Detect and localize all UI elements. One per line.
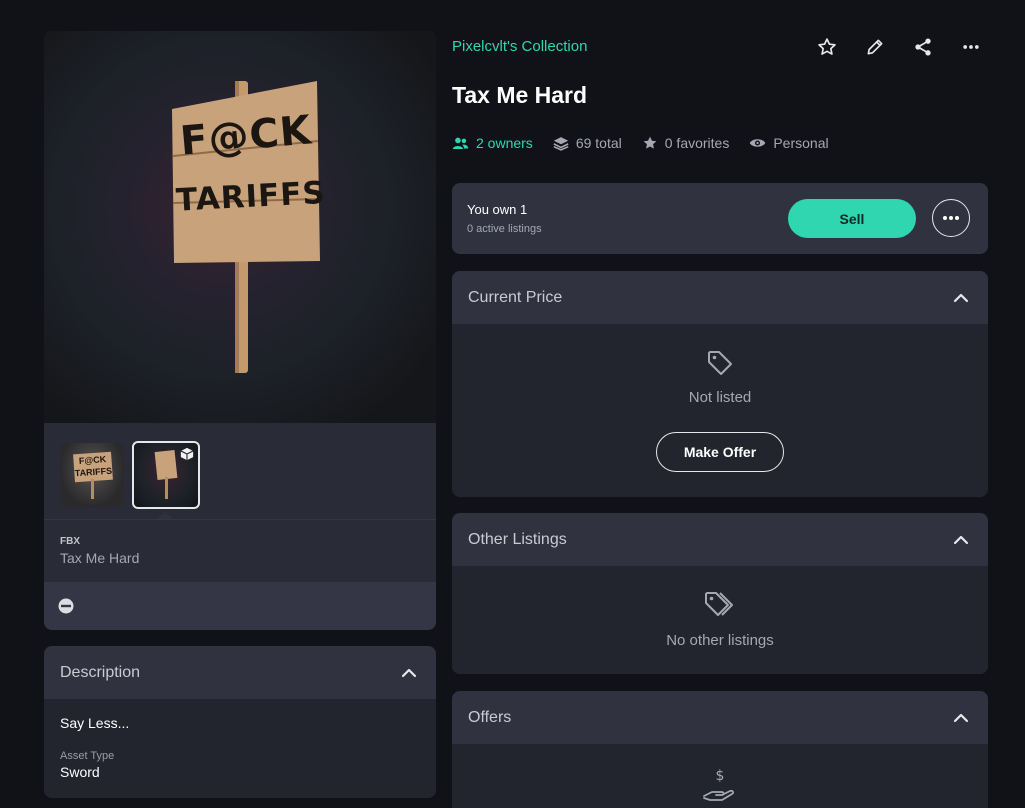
- make-offer-button[interactable]: Make Offer: [656, 432, 784, 472]
- file-format: FBX: [60, 536, 80, 547]
- current-price-title: Current Price: [468, 288, 563, 306]
- thumbnail-strip: F@CK TARIFFS: [44, 423, 436, 519]
- current-price-panel: Current Price Not listed Make Offer: [452, 271, 988, 497]
- offers-body: $: [452, 744, 988, 808]
- other-listings-title: Other Listings: [468, 530, 567, 548]
- offers-header[interactable]: Offers: [452, 691, 988, 744]
- owners-count: 2 owners: [476, 135, 533, 151]
- ownership-card: You own 1 0 active listings Sell: [452, 183, 988, 254]
- asset-preview[interactable]: F@CK TARIFFS: [44, 31, 436, 423]
- active-listings-text: 0 active listings: [467, 223, 542, 235]
- description-body: Say Less... Asset Type Sword: [44, 699, 436, 798]
- users-icon: [452, 137, 469, 149]
- description-panel: Description Say Less... Asset Type Sword: [44, 646, 436, 798]
- sign-text-line2: TARIFFS: [175, 174, 327, 219]
- thumbnail-selected-indicator: [157, 512, 173, 519]
- favorite-button[interactable]: [813, 33, 841, 61]
- file-info: FBX Tax Me Hard: [44, 519, 436, 582]
- tag-icon: [708, 351, 732, 375]
- star-icon: [818, 38, 836, 55]
- header-actions: [813, 33, 985, 61]
- thumbnail-image[interactable]: F@CK TARIFFS: [60, 443, 124, 507]
- total-supply: 69 total: [553, 133, 622, 153]
- description-header[interactable]: Description: [44, 646, 436, 699]
- edit-button[interactable]: [861, 33, 889, 61]
- visibility-label: Personal: [773, 135, 829, 151]
- description-title: Description: [60, 663, 141, 681]
- chevron-up-icon[interactable]: [950, 529, 972, 551]
- favorites-count: 0 favorites: [664, 135, 730, 151]
- file-name: Tax Me Hard: [60, 550, 140, 566]
- tags-icon: [705, 592, 733, 616]
- minus-circle-icon[interactable]: [58, 598, 74, 614]
- hand-dollar-icon: $: [703, 768, 734, 801]
- other-listings-body: No other listings: [452, 566, 988, 674]
- offers-title: Offers: [468, 708, 512, 726]
- pencil-icon: [867, 39, 883, 55]
- more-button[interactable]: [957, 33, 985, 61]
- asset-type-value: Sword: [60, 764, 100, 780]
- chevron-up-icon[interactable]: [950, 287, 972, 309]
- svg-text:$: $: [716, 768, 725, 784]
- thumbnail-3d-model[interactable]: [132, 441, 200, 509]
- asset-type-label: Asset Type: [60, 750, 115, 762]
- more-icon: [963, 45, 979, 49]
- thumbnail-sign-text: F@CK TARIFFS: [74, 454, 113, 479]
- collection-link[interactable]: Pixelcvlt's Collection: [452, 38, 587, 55]
- ownership-more-button[interactable]: [932, 199, 970, 237]
- visibility-stat: Personal: [749, 133, 829, 153]
- owners-link[interactable]: 2 owners: [452, 133, 533, 153]
- price-status: Not listed: [688, 389, 752, 406]
- cube-icon: [180, 447, 194, 461]
- sell-button[interactable]: Sell: [788, 199, 916, 238]
- share-icon: [915, 38, 931, 56]
- favorites-stat: 0 favorites: [642, 133, 730, 153]
- chevron-up-icon[interactable]: [398, 662, 420, 684]
- media-toolbar: [44, 582, 436, 630]
- layers-icon: [553, 136, 569, 151]
- asset-stats: 2 owners 69 total 0 favorites Personal: [452, 133, 829, 153]
- current-price-header[interactable]: Current Price: [452, 271, 988, 324]
- media-card: F@CK TARIFFS F@CK TARIFFS FBX Tax Me Har…: [44, 31, 436, 630]
- you-own-text: You own 1: [467, 202, 528, 217]
- more-icon: [943, 216, 959, 220]
- star-filled-icon: [643, 136, 657, 149]
- asset-title: Tax Me Hard: [452, 82, 588, 108]
- asset-preview-render: [172, 81, 320, 373]
- other-listings-panel: Other Listings No other listings: [452, 513, 988, 674]
- chevron-up-icon[interactable]: [950, 707, 972, 729]
- eye-icon: [750, 139, 766, 147]
- offers-panel: Offers $: [452, 691, 988, 808]
- total-count: 69 total: [575, 135, 622, 151]
- share-button[interactable]: [909, 33, 937, 61]
- description-text: Say Less...: [60, 715, 130, 731]
- current-price-body: Not listed Make Offer: [452, 324, 988, 497]
- other-listings-empty: No other listings: [666, 632, 774, 649]
- other-listings-header[interactable]: Other Listings: [452, 513, 988, 566]
